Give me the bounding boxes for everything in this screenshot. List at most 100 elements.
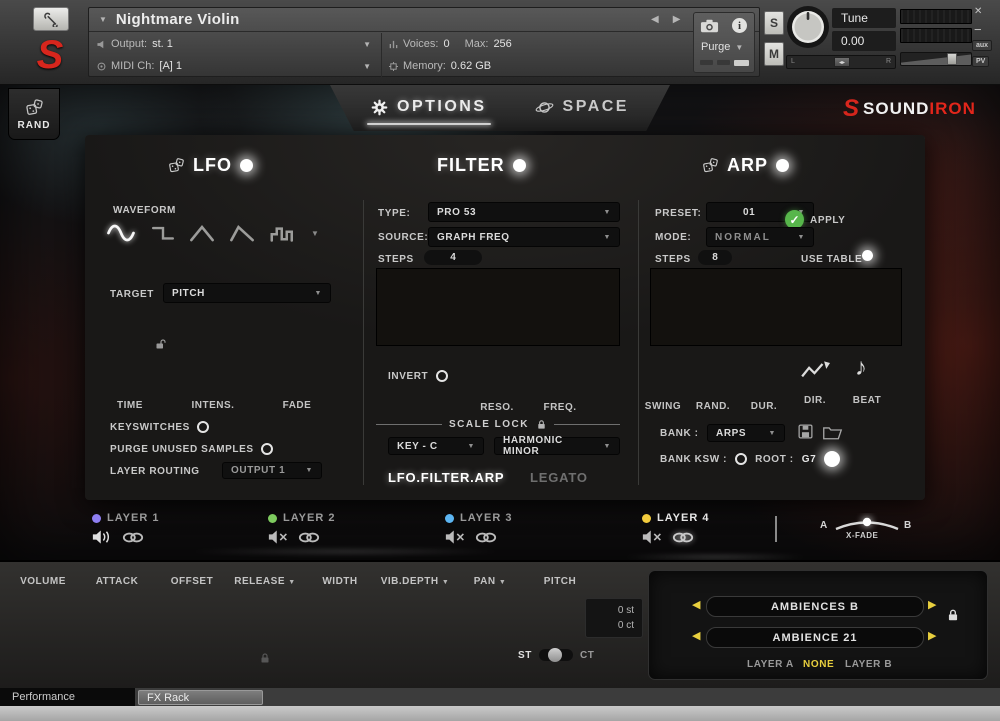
- randomize-button[interactable]: RAND: [8, 88, 60, 140]
- minimize-button[interactable]: −: [974, 22, 982, 37]
- arp-beat-icon[interactable]: ♪: [855, 354, 867, 382]
- layer-4-link-icon[interactable]: [672, 531, 694, 544]
- pv-button[interactable]: PV: [972, 56, 990, 67]
- next-instrument-arrow[interactable]: ▶: [673, 14, 681, 25]
- info-icon[interactable]: i: [732, 18, 747, 33]
- midi-caret[interactable]: ▼: [363, 62, 371, 71]
- page-legato[interactable]: LEGATO: [530, 470, 588, 485]
- edit-wrench-button[interactable]: [33, 7, 69, 31]
- ambience-lock-icon[interactable]: [946, 608, 960, 622]
- layer-3-selector[interactable]: LAYER 3: [445, 512, 512, 544]
- purge-menu[interactable]: Purge ▼: [701, 41, 743, 53]
- waveform-random-button[interactable]: [269, 223, 297, 243]
- layer-2-link-icon[interactable]: [298, 531, 320, 544]
- layer-1-speaker-icon[interactable]: [92, 530, 113, 544]
- st-ct-toggle-handle[interactable]: [547, 648, 562, 662]
- layer-2-mute-icon[interactable]: [268, 530, 289, 544]
- meter-chip-2: [717, 60, 730, 65]
- pan-slider-handle[interactable]: ◂▸: [834, 57, 850, 67]
- use-table-toggle[interactable]: [862, 250, 873, 261]
- scale-lock-icon[interactable]: [536, 419, 547, 430]
- keyswitches-toggle[interactable]: [196, 421, 209, 433]
- ambience-none-button[interactable]: NONE: [803, 659, 834, 670]
- output-caret[interactable]: ▼: [363, 40, 371, 49]
- solo-button[interactable]: S: [764, 11, 784, 35]
- arp-dice-icon[interactable]: [702, 157, 719, 174]
- ambience-layer-b-button[interactable]: LAYER B: [845, 659, 892, 670]
- output-row[interactable]: Output: st. 1 ▼: [97, 33, 375, 55]
- ambience-patch-prev-arrow[interactable]: ◀: [692, 631, 700, 642]
- purge-unused-toggle[interactable]: [260, 443, 273, 455]
- xfade-slider[interactable]: [833, 513, 901, 533]
- page-lfo-filter-arp[interactable]: LFO.FILTER.ARP: [388, 470, 504, 485]
- ambience-group-next-arrow[interactable]: ▶: [928, 600, 936, 611]
- root-keyswitch-dot[interactable]: [824, 451, 841, 467]
- lfo-dice-icon[interactable]: [168, 157, 185, 174]
- st-ct-toggle[interactable]: [538, 648, 573, 662]
- layer-1-selector[interactable]: LAYER 1: [92, 512, 159, 544]
- layer-2-selector[interactable]: LAYER 2: [268, 512, 335, 544]
- waveform-saw-button[interactable]: [229, 223, 255, 243]
- filter-power-toggle[interactable]: [512, 159, 526, 172]
- arp-steps-value[interactable]: 8: [698, 250, 732, 265]
- invert-toggle[interactable]: [436, 370, 449, 382]
- bank-dropdown[interactable]: ARPS ▼: [707, 424, 785, 442]
- midi-row[interactable]: MIDI Ch: [A] 1 ▼: [97, 55, 375, 77]
- ambience-patch-next-arrow[interactable]: ▶: [928, 631, 936, 642]
- scale-dropdown[interactable]: HARMONIC MINOR ▼: [494, 435, 620, 457]
- release-caret[interactable]: ▼: [288, 579, 295, 586]
- ambience-layer-a-button[interactable]: LAYER A: [747, 659, 794, 670]
- close-button[interactable]: ✕: [974, 6, 982, 17]
- waveform-triangle-button[interactable]: [189, 223, 215, 243]
- filter-source-label: SOURCE:: [378, 232, 429, 243]
- pan-slider[interactable]: L R ◂▸: [786, 55, 896, 69]
- tab-space[interactable]: SPACE: [535, 98, 629, 119]
- memory-value: 0.62 GB: [450, 60, 492, 72]
- arp-mode-dropdown[interactable]: NORMAL ▼: [706, 227, 814, 247]
- tune-value-box[interactable]: 0.00: [832, 31, 896, 51]
- vibdepth-caret[interactable]: ▼: [442, 579, 449, 586]
- lfo-time-knob[interactable]: [107, 352, 153, 398]
- volume-slider-handle[interactable]: [947, 53, 957, 65]
- instrument-collapse-caret[interactable]: ▼: [99, 15, 107, 24]
- layer-3-mute-icon[interactable]: [445, 530, 466, 544]
- bank-ksw-toggle[interactable]: [735, 453, 748, 465]
- key-dropdown[interactable]: KEY - C ▼: [388, 437, 484, 455]
- snapshot-camera-icon[interactable]: [700, 19, 719, 33]
- ambience-patch-selector[interactable]: AMBIENCE 21: [706, 627, 924, 648]
- lfo-target-dropdown[interactable]: PITCH ▼: [163, 283, 331, 303]
- tab-fx-rack[interactable]: FX Rack: [138, 690, 263, 705]
- tab-performance[interactable]: Performance: [0, 688, 135, 706]
- tune-knob[interactable]: [786, 5, 830, 49]
- time-lock-icon[interactable]: [155, 338, 167, 350]
- volume-slider[interactable]: [900, 52, 972, 66]
- layer-routing-dropdown[interactable]: OUTPUT 1 ▼: [222, 462, 322, 479]
- bank-save-icon[interactable]: [797, 423, 814, 440]
- mute-button[interactable]: M: [764, 42, 784, 66]
- filter-source-dropdown[interactable]: GRAPH FREQ ▼: [428, 227, 620, 247]
- layer-1-link-icon[interactable]: [122, 531, 144, 544]
- waveform-more-caret[interactable]: ▼: [311, 229, 319, 238]
- layer-3-link-icon[interactable]: [475, 531, 497, 544]
- arp-power-toggle[interactable]: [776, 159, 790, 172]
- layer-4-mute-icon[interactable]: [642, 530, 663, 544]
- bank-load-folder-icon[interactable]: [822, 425, 843, 440]
- waveform-square-button[interactable]: [151, 223, 175, 243]
- planet-icon: [535, 98, 554, 117]
- pan-left-label: L: [791, 58, 795, 65]
- tab-options[interactable]: OPTIONS: [367, 98, 491, 125]
- arp-direction-icon[interactable]: [800, 360, 830, 382]
- layer-4-selector[interactable]: LAYER 4: [642, 512, 709, 544]
- prev-instrument-arrow[interactable]: ◀: [651, 14, 659, 25]
- layer-1-dot: [92, 513, 101, 523]
- release-lock-icon[interactable]: [259, 652, 271, 664]
- aux-button[interactable]: aux: [972, 40, 993, 51]
- root-value: G7: [801, 453, 817, 465]
- filter-steps-value[interactable]: 4: [424, 250, 482, 265]
- pan-caret[interactable]: ▼: [499, 579, 506, 586]
- ambience-group-prev-arrow[interactable]: ◀: [692, 600, 700, 611]
- waveform-sine-button[interactable]: [105, 223, 137, 243]
- lfo-power-toggle[interactable]: [240, 159, 253, 172]
- filter-type-dropdown[interactable]: PRO 53 ▼: [428, 202, 620, 222]
- ambience-group-selector[interactable]: AMBIENCES B: [706, 596, 924, 617]
